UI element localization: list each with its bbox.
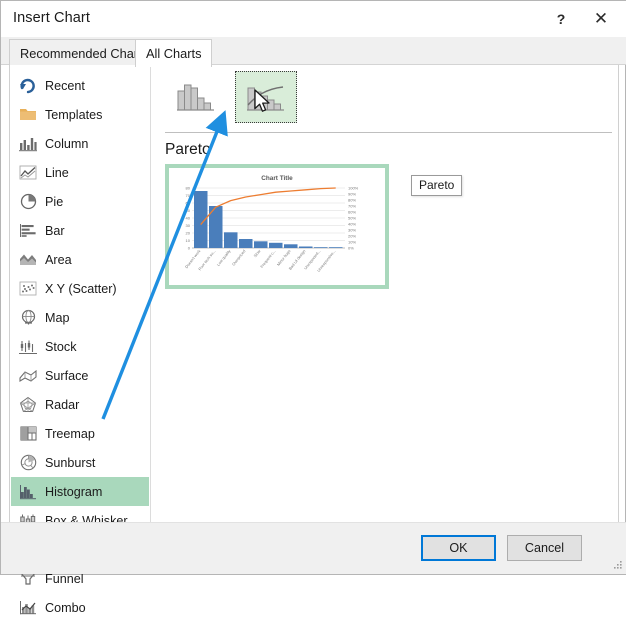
map-icon bbox=[11, 307, 45, 329]
chart-subtype-gallery bbox=[165, 71, 605, 129]
sidebar-item-sunburst[interactable]: Sunburst bbox=[11, 448, 149, 477]
radar-icon bbox=[11, 394, 45, 416]
sidebar-item-bar[interactable]: Bar bbox=[11, 216, 149, 245]
chart-type-panel: Recent Templates Column Line Pie Bar Are… bbox=[9, 65, 619, 615]
svg-text:50: 50 bbox=[186, 208, 191, 213]
sidebar-item-combo[interactable]: Combo bbox=[11, 593, 149, 622]
close-icon[interactable]: ✕ bbox=[581, 1, 621, 37]
svg-text:70: 70 bbox=[186, 193, 191, 198]
templates-icon bbox=[11, 104, 45, 126]
sidebar-item-label: Histogram bbox=[45, 484, 103, 499]
sidebar-item-area[interactable]: Area bbox=[11, 245, 149, 274]
svg-text:70%: 70% bbox=[348, 204, 356, 209]
svg-text:80%: 80% bbox=[348, 198, 356, 203]
svg-text:10: 10 bbox=[186, 238, 191, 243]
surface-icon bbox=[11, 365, 45, 387]
treemap-icon bbox=[11, 423, 45, 445]
chart-gallery-content: Pareto Chart Title 0 10 20 30 40 50 60 7… bbox=[152, 65, 618, 523]
sunburst-icon bbox=[11, 452, 45, 474]
page-title: Insert Chart bbox=[13, 10, 90, 26]
chart-preview[interactable]: Chart Title 0 10 20 30 40 50 60 70 80 10… bbox=[165, 164, 389, 289]
histogram-icon bbox=[11, 481, 45, 503]
sidebar-item-line[interactable]: Line bbox=[11, 158, 149, 187]
sidebar-item-templates[interactable]: Templates bbox=[11, 100, 149, 129]
sidebar-item-label: Map bbox=[45, 310, 70, 325]
sidebar-item-recent[interactable]: Recent bbox=[11, 71, 149, 100]
combo-icon bbox=[11, 597, 45, 619]
pareto-preview-chart: Chart Title 0 10 20 30 40 50 60 70 80 10… bbox=[169, 168, 385, 285]
sidebar-item-label: X Y (Scatter) bbox=[45, 281, 117, 296]
sidebar-item-stock[interactable]: Stock bbox=[11, 332, 149, 361]
svg-text:40: 40 bbox=[186, 216, 191, 221]
svg-text:90%: 90% bbox=[348, 192, 356, 197]
tab-strip: Recommended Charts All Charts bbox=[1, 37, 626, 67]
stock-icon bbox=[11, 336, 45, 358]
pareto-thumbnail-glyph bbox=[247, 86, 284, 111]
sidebar-item-map[interactable]: Map bbox=[11, 303, 149, 332]
dialog-footer: OK Cancel bbox=[1, 522, 626, 574]
cancel-button[interactable]: Cancel bbox=[507, 535, 582, 561]
tab-all-charts[interactable]: All Charts bbox=[135, 39, 213, 67]
svg-text:20: 20 bbox=[186, 231, 191, 236]
ok-button[interactable]: OK bbox=[421, 535, 496, 561]
svg-text:80: 80 bbox=[186, 186, 191, 191]
sidebar-item-label: Pie bbox=[45, 194, 64, 209]
sidebar-item-label: Treemap bbox=[45, 426, 95, 441]
sidebar-item-histogram[interactable]: Histogram bbox=[11, 477, 149, 506]
sidebar-item-radar[interactable]: Radar bbox=[11, 390, 149, 419]
recent-icon bbox=[11, 75, 45, 97]
svg-text:0%: 0% bbox=[348, 246, 354, 251]
chart-title: Chart Title bbox=[261, 175, 293, 182]
preview-heading: Pareto bbox=[165, 141, 211, 158]
sidebar-item-label: Templates bbox=[45, 107, 103, 122]
svg-text:40%: 40% bbox=[348, 222, 356, 227]
svg-text:30: 30 bbox=[186, 223, 191, 228]
sidebar-item-pie[interactable]: Pie bbox=[11, 187, 149, 216]
gallery-divider bbox=[165, 132, 612, 133]
column-icon bbox=[11, 133, 45, 155]
sidebar-item-surface[interactable]: Surface bbox=[11, 361, 149, 390]
pareto-thumbnail[interactable] bbox=[235, 71, 297, 123]
title-bar: Insert Chart ? ✕ bbox=[1, 1, 626, 37]
histogram-thumbnail[interactable] bbox=[165, 71, 227, 123]
chart-category-list[interactable]: Recent Templates Column Line Pie Bar Are… bbox=[10, 65, 151, 615]
svg-text:100%: 100% bbox=[348, 186, 359, 191]
sidebar-item-label: Radar bbox=[45, 397, 80, 412]
help-icon[interactable]: ? bbox=[541, 1, 581, 37]
sidebar-item-label: Area bbox=[45, 252, 72, 267]
insert-chart-dialog: Insert Chart ? ✕ Recommended Charts All … bbox=[0, 0, 626, 615]
svg-text:10%: 10% bbox=[348, 240, 356, 245]
sidebar-item-label: Combo bbox=[45, 600, 86, 615]
svg-text:20%: 20% bbox=[348, 234, 356, 239]
scatter-icon bbox=[11, 278, 45, 300]
svg-text:60: 60 bbox=[186, 201, 191, 206]
sidebar-item-xy-scatter[interactable]: X Y (Scatter) bbox=[11, 274, 149, 303]
svg-text:30%: 30% bbox=[348, 228, 356, 233]
svg-text:60%: 60% bbox=[348, 210, 356, 215]
pie-icon bbox=[11, 191, 45, 213]
sidebar-item-label: Sunburst bbox=[45, 455, 96, 470]
histogram-thumbnail-glyph bbox=[177, 84, 214, 111]
sidebar-item-treemap[interactable]: Treemap bbox=[11, 419, 149, 448]
sidebar-item-label: Column bbox=[45, 136, 89, 151]
sidebar-item-label: Surface bbox=[45, 368, 89, 383]
svg-text:50%: 50% bbox=[348, 216, 356, 221]
area-icon bbox=[11, 249, 45, 271]
sidebar-item-column[interactable]: Column bbox=[11, 129, 149, 158]
sidebar-item-label: Bar bbox=[45, 223, 65, 238]
resize-grip[interactable] bbox=[612, 559, 624, 571]
sidebar-item-label: Stock bbox=[45, 339, 77, 354]
chart-subtype-tooltip: Pareto bbox=[411, 175, 463, 196]
sidebar-item-label: Line bbox=[45, 165, 69, 180]
line-icon bbox=[11, 162, 45, 184]
bar-icon bbox=[11, 220, 45, 242]
sidebar-item-label: Recent bbox=[45, 78, 85, 93]
